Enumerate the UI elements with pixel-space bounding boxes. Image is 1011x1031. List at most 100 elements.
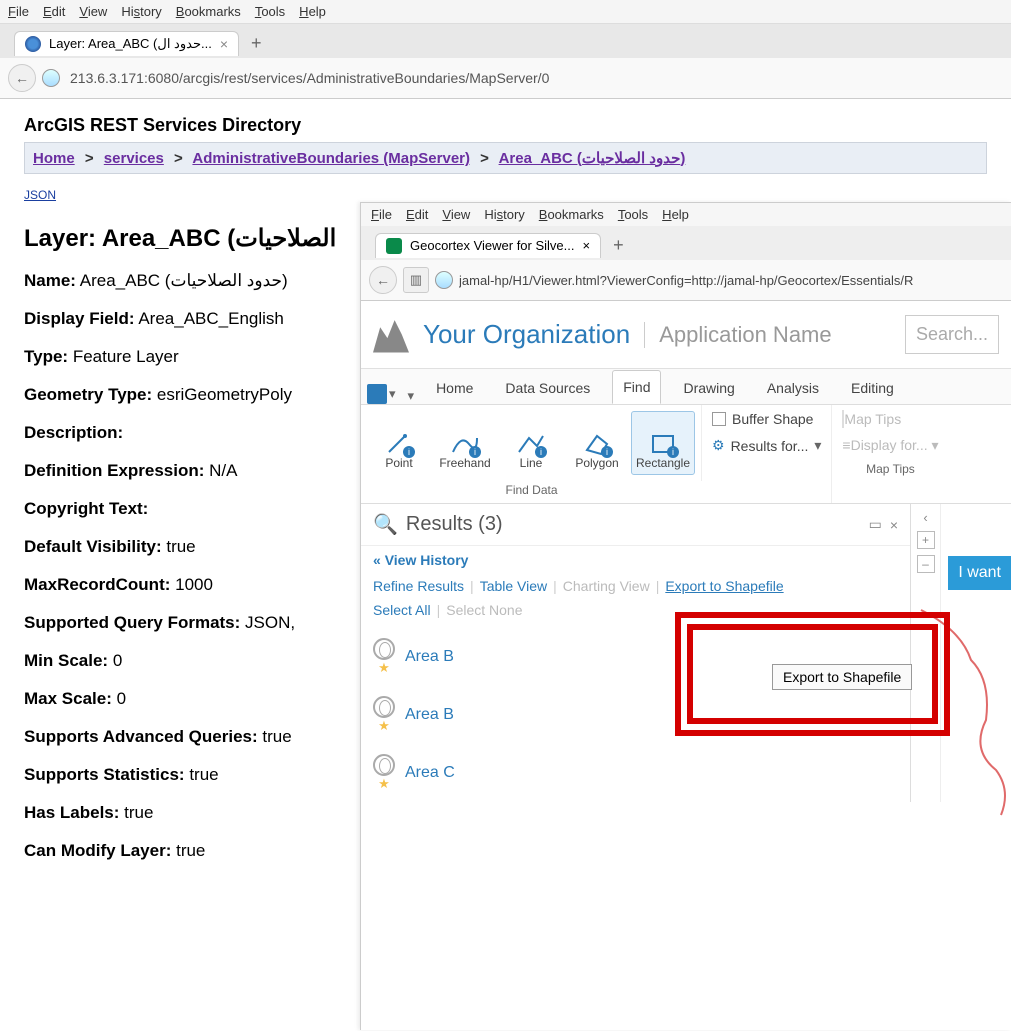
tool-rectangle[interactable]: iRectangle	[631, 411, 695, 475]
map-boundary	[901, 600, 1011, 820]
ov-addressbar: ← ▥ jamal-hp/H1/Viewer.html?ViewerConfig…	[361, 260, 1011, 301]
tool-freehand[interactable]: iFreehand	[433, 411, 497, 475]
ov-browser-tab[interactable]: Geocortex Viewer for Silve... ×	[375, 233, 601, 258]
ov-close-tab-icon[interactable]: ×	[583, 238, 591, 253]
result-label: Area C	[405, 764, 455, 782]
menu-view[interactable]: View	[79, 4, 107, 19]
ribbon-datasources[interactable]: Data Sources	[495, 372, 600, 404]
url-field[interactable]: 213.6.3.171:6080/arcgis/rest/services/Ad…	[66, 66, 1003, 90]
ov-toolbar: iPoint iFreehand iLine iPolygon iRectang…	[361, 405, 1011, 504]
line-icon: i	[517, 432, 545, 456]
ov-header: Your Organization Application Name Searc…	[361, 301, 1011, 369]
breadcrumb: Home > services > AdministrativeBoundari…	[24, 142, 987, 174]
org-name: Your Organization	[423, 319, 630, 350]
ov-bookmark-icon[interactable]: ▥	[403, 267, 429, 293]
find-data-tools: iPoint iFreehand iLine iPolygon iRectang…	[361, 405, 702, 481]
select-links: Select All| Select None	[361, 598, 910, 628]
menu-tools[interactable]: Tools	[255, 4, 285, 19]
globe-result-icon	[373, 754, 395, 776]
ov-menu-edit[interactable]: Edit	[406, 207, 428, 222]
tool-line[interactable]: iLine	[499, 411, 563, 475]
star-icon: ★	[378, 776, 390, 792]
tool-point[interactable]: iPoint	[367, 411, 431, 475]
ov-menu-help[interactable]: Help	[662, 207, 689, 222]
results-bar: « View History	[361, 546, 910, 574]
crumb-services[interactable]: services	[104, 150, 164, 167]
globe-result-icon	[373, 696, 395, 718]
new-tab-button[interactable]: +	[251, 33, 262, 54]
collapse-icon[interactable]: ‹	[923, 510, 927, 525]
ov-tabbar: Geocortex Viewer for Silve... × +	[361, 226, 1011, 260]
main-menubar: FFileile Edit View History Bookmarks Too…	[0, 0, 1011, 24]
result-label: Area B	[405, 648, 454, 666]
close-tab-icon[interactable]: ×	[220, 36, 228, 52]
favicon-icon	[25, 36, 41, 52]
tool-polygon[interactable]: iPolygon	[565, 411, 629, 475]
export-shapefile-link[interactable]: Export to Shapefile	[665, 578, 783, 594]
save-dropdown[interactable]: ▾	[367, 384, 396, 404]
minimize-icon[interactable]: ▭	[869, 516, 882, 533]
crumb-layer[interactable]: Area_ABC (حدود الصلاحيات)	[499, 150, 686, 167]
menu-history[interactable]: History	[121, 4, 161, 19]
charting-view-link: Charting View	[563, 578, 650, 594]
buffer-shape-checkbox[interactable]: Buffer Shape	[712, 411, 821, 427]
refine-results-link[interactable]: Refine Results	[373, 578, 464, 594]
results-for-dropdown[interactable]: ⚙Results for... ▾	[712, 437, 821, 454]
ribbon-drawing[interactable]: Drawing	[673, 372, 744, 404]
ov-menu-tools[interactable]: Tools	[618, 207, 648, 222]
directory-title: ArcGIS REST Services Directory	[24, 115, 987, 136]
result-label: Area B	[405, 706, 454, 724]
ov-back-button[interactable]: ←	[369, 266, 397, 294]
ov-url-field[interactable]: jamal-hp/H1/Viewer.html?ViewerConfig=htt…	[459, 273, 1003, 288]
export-tooltip: Export to Shapefile	[772, 664, 912, 690]
zoom-out-button[interactable]: –	[917, 555, 935, 573]
ov-menu-bookmarks[interactable]: Bookmarks	[539, 207, 604, 222]
save-icon	[367, 384, 387, 404]
json-link[interactable]: JSON	[24, 188, 56, 202]
search-input[interactable]: Search...	[905, 315, 999, 354]
buffer-options: Buffer Shape ⚙Results for... ▾	[702, 405, 832, 503]
menu-bookmarks[interactable]: Bookmarks	[176, 4, 241, 19]
ov-menu-view[interactable]: View	[442, 207, 470, 222]
star-icon: ★	[378, 718, 390, 734]
ov-new-tab-button[interactable]: +	[613, 235, 624, 256]
tab-title: Layer: Area_ABC (حدود ال...	[49, 36, 212, 52]
open-dropdown[interactable]: ▾	[408, 388, 415, 404]
ov-menubar: File Edit View History Bookmarks Tools H…	[361, 203, 1011, 226]
table-view-link[interactable]: Table View	[480, 578, 547, 594]
browser-tab[interactable]: Layer: Area_ABC (حدود ال... ×	[14, 31, 239, 56]
rectangle-icon: i	[649, 432, 677, 456]
crumb-home[interactable]: Home	[33, 150, 75, 167]
close-panel-icon[interactable]: ×	[890, 517, 898, 533]
ov-menu-history[interactable]: History	[484, 207, 524, 222]
i-want-button[interactable]: I want	[948, 556, 1011, 590]
crumb-admin[interactable]: AdministrativeBoundaries (MapServer)	[192, 150, 470, 167]
gear-icon: ⚙	[712, 437, 725, 454]
menu-file[interactable]: FFileile	[8, 4, 29, 19]
menu-help[interactable]: Help	[299, 4, 326, 19]
result-item[interactable]: ★ Area B	[361, 686, 910, 744]
ribbon-analysis[interactable]: Analysis	[757, 372, 829, 404]
org-logo-icon	[373, 317, 409, 353]
ov-favicon-icon	[386, 238, 402, 254]
ov-menu-file[interactable]: File	[371, 207, 392, 222]
maptips-label: Map Tips	[832, 460, 948, 482]
ov-globe-icon	[435, 271, 453, 289]
maptips-options: Map Tips ≡Display for... ▾	[832, 405, 948, 460]
display-for-dropdown: ≡Display for... ▾	[842, 437, 938, 454]
back-button[interactable]: ←	[8, 64, 36, 92]
globe-icon	[42, 69, 60, 87]
ov-tab-title: Geocortex Viewer for Silve...	[410, 238, 575, 253]
point-icon: i	[385, 432, 413, 456]
ribbon-home[interactable]: Home	[426, 372, 483, 404]
select-all-link[interactable]: Select All	[373, 602, 431, 618]
result-item[interactable]: ★ Area C	[361, 744, 910, 802]
zoom-in-button[interactable]: +	[917, 531, 935, 549]
view-history-link[interactable]: « View History	[373, 552, 468, 568]
app-name: Application Name	[644, 322, 831, 348]
ribbon-find[interactable]: Find	[612, 370, 661, 404]
menu-edit[interactable]: Edit	[43, 4, 65, 19]
ribbon-editing[interactable]: Editing	[841, 372, 904, 404]
star-icon: ★	[378, 660, 390, 676]
search-icon: 🔍	[373, 512, 398, 537]
